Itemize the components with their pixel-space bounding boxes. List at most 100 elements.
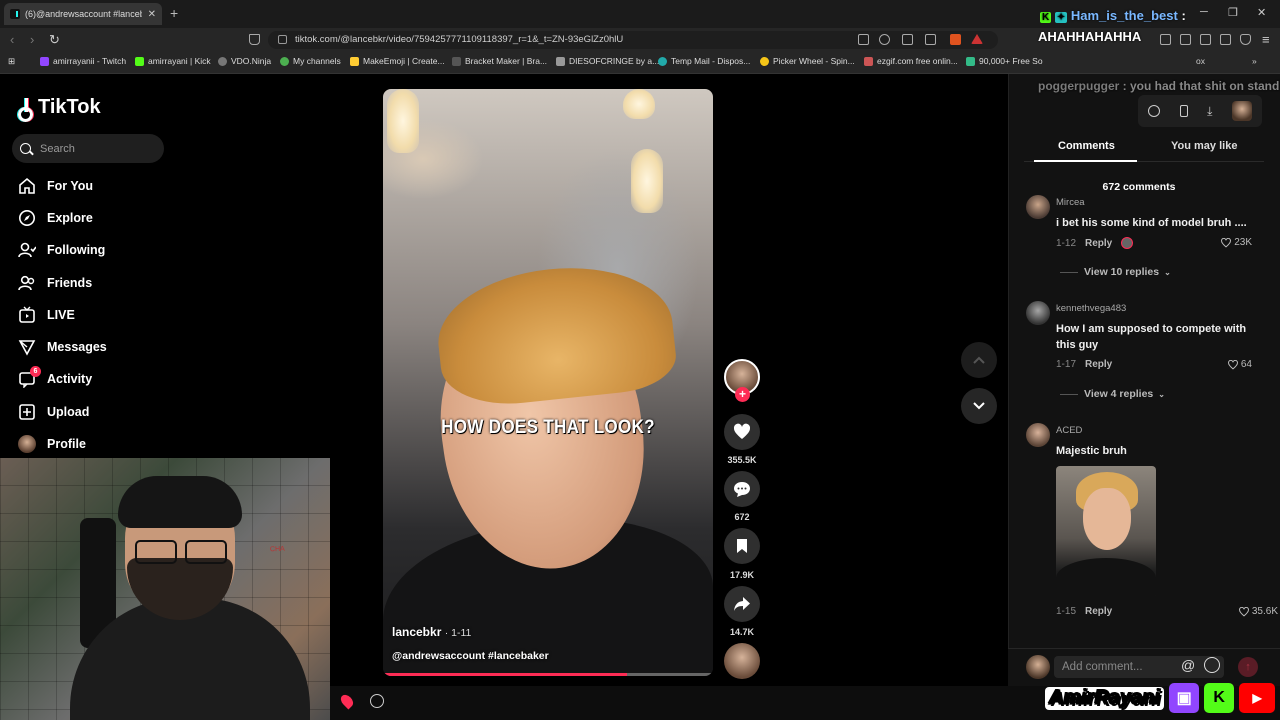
commenter-avatar[interactable] — [1026, 301, 1050, 325]
share-count: 14.7K — [729, 627, 755, 637]
upload-icon — [18, 403, 36, 421]
menu-icon[interactable]: ≡ — [1262, 32, 1270, 47]
view-replies-label: View 4 replies — [1084, 388, 1154, 400]
bookmark-kick[interactable]: amirrayani | Kick — [135, 56, 211, 66]
sidebar-item-label: For You — [47, 179, 94, 193]
emoji-icon[interactable] — [1204, 657, 1220, 673]
bookmark-icon[interactable] — [249, 34, 260, 45]
location-pin-icon[interactable] — [338, 692, 356, 710]
video-player[interactable]: HOW DOES THAT LOOK? lancebkr · 1-11 @and… — [383, 89, 713, 676]
bookmark-picker-wheel[interactable]: Picker Wheel - Spin... — [760, 56, 855, 66]
comment-count-heading: 672 comments — [1102, 181, 1176, 193]
sidebar-item-for-you[interactable]: For You — [18, 175, 93, 197]
sidebar-item-following[interactable]: Following — [18, 239, 105, 261]
video-progress-fill — [383, 673, 628, 676]
bookmark-diesofcringe[interactable]: DIESOFCRINGE by a... — [556, 56, 659, 66]
tab-comments[interactable]: Comments — [1058, 140, 1115, 152]
reply-button[interactable]: Reply — [1085, 359, 1112, 370]
brand-name: AmirRayani — [1045, 686, 1165, 710]
site-info-icon[interactable] — [278, 35, 287, 44]
more-bookmarks-icon[interactable]: » — [1252, 56, 1257, 66]
apps-grid-icon[interactable]: ⊞ — [8, 56, 15, 67]
sidebar-toggle-icon[interactable] — [1180, 34, 1191, 45]
reply-button[interactable]: Reply — [1085, 238, 1112, 249]
window-close-icon[interactable]: ✕ — [1257, 6, 1266, 19]
comment-username[interactable]: Mircea — [1056, 197, 1085, 208]
close-tab-icon[interactable]: ✕ — [148, 9, 156, 20]
sidebar-item-messages[interactable]: Messages — [18, 336, 107, 358]
view-replies-button[interactable]: View 4 replies ⌄ — [1060, 388, 1165, 400]
reload-icon[interactable]: ↻ — [49, 32, 60, 48]
live-icon — [18, 306, 36, 324]
autoscroll-icon[interactable] — [1147, 105, 1160, 117]
bookmark-vdoninja[interactable]: VDO.Ninja — [218, 56, 271, 66]
music-icon[interactable] — [1160, 34, 1171, 45]
extensions-icon[interactable] — [1220, 34, 1231, 45]
bookmark-ezgif[interactable]: ezgif.com free onlin... — [864, 56, 958, 66]
wallet-icon[interactable] — [1200, 34, 1211, 45]
maximize-icon[interactable]: ❐ — [1228, 6, 1238, 19]
forward-icon[interactable]: › — [30, 32, 34, 47]
search-input[interactable]: Search — [12, 134, 164, 163]
video-progress-bar[interactable] — [383, 673, 713, 676]
like-button[interactable] — [724, 414, 760, 450]
send-comment-button[interactable]: ↑ — [1238, 657, 1258, 677]
share-icon[interactable] — [925, 34, 936, 45]
vpn-shield-icon[interactable] — [1240, 34, 1251, 45]
screenshot-icon[interactable] — [902, 34, 913, 45]
bookmark-makeemoji[interactable]: MakeEmoji | Create... — [350, 56, 445, 66]
comment-like-button[interactable]: 23K — [1221, 237, 1252, 248]
sidebar-item-upload[interactable]: Upload — [18, 401, 89, 423]
chat-overlay-line1: K ✦ Ham_is_the_best : — [1040, 8, 1186, 23]
bookmark-my-channels[interactable]: My channels — [280, 56, 341, 66]
next-video-button[interactable] — [961, 388, 997, 424]
sidebar-item-explore[interactable]: Explore — [18, 207, 93, 229]
comment-username[interactable]: ACED — [1056, 425, 1082, 436]
view-replies-button[interactable]: View 10 replies ⌄ — [1060, 266, 1171, 278]
previous-video-button[interactable] — [961, 342, 997, 378]
add-comment-input[interactable]: Add comment... — [1054, 656, 1224, 678]
download-icon[interactable]: ⤓ — [1207, 104, 1212, 119]
mobile-icon[interactable] — [1179, 105, 1188, 117]
tab-you-may-like[interactable]: You may like — [1171, 140, 1237, 152]
sidebar-item-live[interactable]: LIVE — [18, 304, 75, 326]
video-description[interactable]: @andrewsaccount #lancebaker — [392, 650, 549, 662]
minimize-icon[interactable]: ─ — [1200, 6, 1208, 18]
user-avatar[interactable] — [1232, 101, 1253, 121]
mention-icon[interactable]: @ — [1181, 657, 1195, 673]
sound-disc-avatar[interactable] — [724, 643, 760, 679]
overlay-widget-icon[interactable] — [370, 694, 384, 708]
messages-icon — [18, 338, 36, 356]
brave-shield-icon[interactable] — [950, 34, 961, 45]
comment-meta: 1-15 Reply — [1056, 606, 1112, 617]
video-author[interactable]: lancebkr · 1-11 — [392, 625, 471, 639]
chat-overlay-line2: poggerpugger : you had that shit on stan… — [1038, 79, 1280, 93]
cast-icon[interactable] — [858, 34, 869, 45]
video-author-name[interactable]: lancebkr — [392, 625, 441, 639]
comment-image-attachment[interactable] — [1056, 466, 1156, 598]
comment-username[interactable]: kennethvega483 — [1056, 303, 1126, 314]
new-tab-icon[interactable]: + — [170, 5, 178, 21]
bookmark-bracket-maker[interactable]: Bracket Maker | Bra... — [452, 56, 547, 66]
like-count: 355.5K — [727, 455, 757, 465]
comment-like-button[interactable]: 64 — [1227, 359, 1252, 370]
sidebar-item-profile[interactable]: Profile — [18, 433, 86, 455]
bookmark-temp-mail[interactable]: Temp Mail - Dispos... — [658, 56, 750, 66]
bookmark-twitch[interactable]: amirrayanii - Twitch — [40, 56, 126, 66]
sidebar-item-friends[interactable]: Friends — [18, 272, 92, 294]
share-button[interactable] — [724, 586, 760, 622]
save-button[interactable] — [724, 528, 760, 564]
rewards-icon[interactable] — [971, 34, 983, 44]
commenter-avatar[interactable] — [1026, 423, 1050, 447]
sidebar-item-activity[interactable]: 6 Activity — [18, 366, 92, 390]
tiktok-logo[interactable]: TikTok — [17, 96, 101, 122]
bookmark-free-sounds[interactable]: 90,000+ Free So — [966, 56, 1043, 66]
back-icon[interactable]: ‹ — [10, 32, 14, 47]
commenter-avatar[interactable] — [1026, 195, 1050, 219]
follow-plus-button[interactable]: + — [735, 387, 750, 402]
zoom-icon[interactable] — [879, 34, 890, 45]
comment-like-button[interactable]: 35.6K — [1238, 606, 1278, 617]
reply-button[interactable]: Reply — [1085, 606, 1112, 617]
comment-button[interactable] — [724, 471, 760, 507]
browser-tab[interactable]: (6)@andrewsaccount #lanceb ✕ — [4, 3, 162, 25]
